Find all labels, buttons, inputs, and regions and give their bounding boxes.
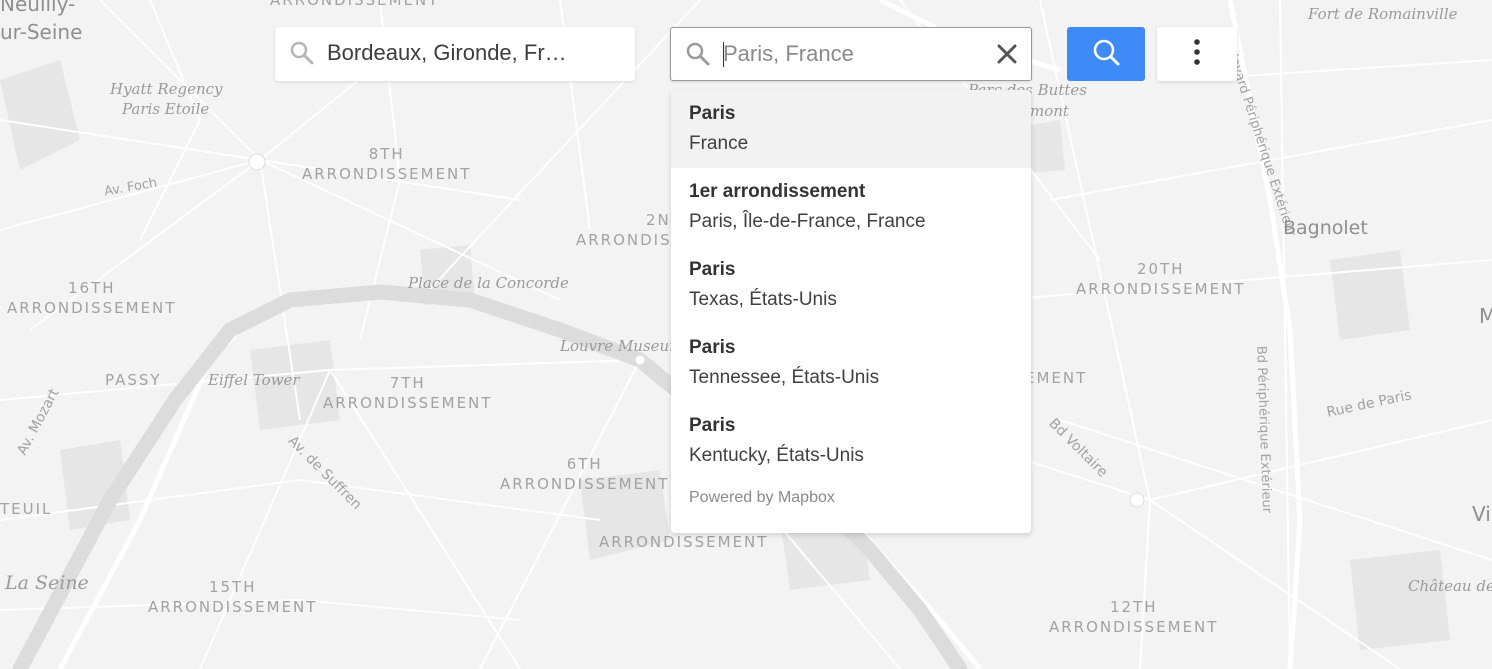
map-label-poi: Louvre Museum xyxy=(560,337,684,355)
text-cursor xyxy=(723,42,724,67)
map-label-poi: Eiffel Tower xyxy=(208,371,300,389)
map-label-neighborhood: PASSY xyxy=(105,371,162,389)
suggestion-item[interactable]: 1er arrondissement Paris, Île-de-France,… xyxy=(671,168,1031,246)
map-label-district: ARRONDISSEMENT xyxy=(270,0,440,9)
suggestion-item[interactable]: Paris France xyxy=(671,90,1031,168)
suggestion-title: 1er arrondissement xyxy=(689,181,866,202)
map-label-district: 7TH ARRONDISSEMENT xyxy=(323,374,493,412)
more-options-button[interactable] xyxy=(1157,27,1237,81)
powered-by-mapbox: Powered by Mapbox xyxy=(689,489,835,506)
map-label-poi: mont xyxy=(1030,102,1069,120)
suggestions-dropdown: Paris France 1er arrondissement Paris, Î… xyxy=(671,90,1031,533)
map-label-neuilly: ur-Seine xyxy=(0,20,83,44)
map-label-district: 6TH ARRONDISSEMENT xyxy=(500,455,670,493)
map-label-district: 8TH ARRONDISSEMENT xyxy=(302,145,472,183)
map-label-district: 2N ARRONDIS xyxy=(576,211,672,249)
map-label-city: Bagnolet xyxy=(1283,217,1368,239)
suggestion-title: Paris xyxy=(689,415,736,436)
suggestion-subtitle: France xyxy=(689,133,749,154)
search-icon xyxy=(289,40,315,71)
origin-search-input[interactable] xyxy=(327,27,577,79)
suggestion-item[interactable]: Paris Texas, États-Unis xyxy=(671,246,1031,324)
map-label-neighborhood: TEUIL xyxy=(0,500,53,518)
search-icon xyxy=(685,41,711,72)
map-label-district: 20TH ARRONDISSEMENT xyxy=(1076,260,1246,298)
map-label-district: EMENT xyxy=(1025,369,1088,387)
suggestion-title: Paris xyxy=(689,103,736,124)
map-label-poi: Paris Etoile xyxy=(122,100,210,118)
suggestion-subtitle: Tennessee, États-Unis xyxy=(689,367,880,388)
more-vertical-icon xyxy=(1193,38,1201,71)
map-label-river: La Seine xyxy=(5,572,89,594)
suggestion-subtitle: Kentucky, États-Unis xyxy=(689,445,864,466)
close-icon[interactable] xyxy=(995,42,1019,66)
destination-search-box[interactable] xyxy=(670,27,1032,81)
map-label-poi: Place de la Concorde xyxy=(408,274,569,292)
suggestion-subtitle: Paris, Île-de-France, France xyxy=(689,211,926,232)
map-label-poi: Château de xyxy=(1408,577,1492,595)
suggestion-subtitle: Texas, États-Unis xyxy=(689,289,837,310)
map-label-district: ARRONDISSEMENT xyxy=(599,533,769,551)
origin-search-box[interactable] xyxy=(275,27,635,81)
destination-search-input[interactable] xyxy=(723,28,983,80)
map-label-district: 16TH ARRONDISSEMENT xyxy=(7,279,177,317)
map-label-district: 15TH ARRONDISSEMENT xyxy=(148,578,318,616)
search-button[interactable] xyxy=(1067,27,1145,81)
map-label-poi: Fort de Romainville xyxy=(1308,5,1458,23)
suggestion-item[interactable]: Paris Kentucky, États-Unis xyxy=(671,402,1031,480)
suggestion-item[interactable]: Paris Tennessee, États-Unis xyxy=(671,324,1031,402)
search-icon xyxy=(1091,37,1121,72)
map-label-poi: Hyatt Regency xyxy=(110,80,223,98)
map-label-district: 12TH ARRONDISSEMENT xyxy=(1049,598,1219,636)
suggestion-title: Paris xyxy=(689,337,736,358)
suggestion-title: Paris xyxy=(689,259,736,280)
map-label-city: M xyxy=(1479,304,1492,328)
map-label-city: Vi xyxy=(1472,502,1491,526)
map-label-neuilly: Neuilly- xyxy=(0,0,76,16)
